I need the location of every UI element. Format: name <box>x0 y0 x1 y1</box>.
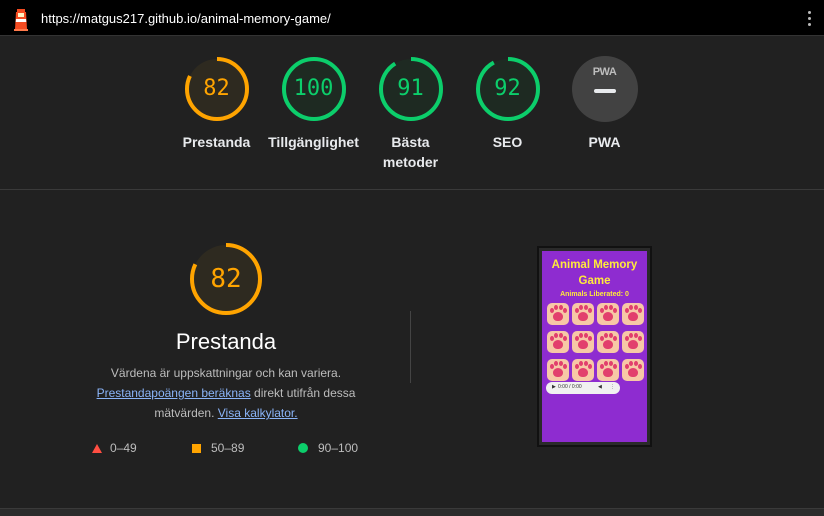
category-seo[interactable]: 92 SEO <box>459 56 556 152</box>
performance-gauge: 82 <box>184 56 250 122</box>
paw-card-icon <box>547 359 569 381</box>
performance-title: Prestanda <box>175 329 277 354</box>
category-label: Prestanda <box>182 134 251 150</box>
category-performance[interactable]: 82 Prestanda <box>168 56 265 152</box>
paw-card-icon <box>622 303 644 325</box>
desc-line: Värdena är uppskattningar och kan varier… <box>110 366 342 380</box>
legend-range: 0–49 <box>110 441 137 455</box>
score-calculation-link[interactable]: Prestandapoängen beräknas <box>97 386 251 400</box>
triangle-icon <box>92 444 102 453</box>
screenshot-screen: Animal Memory Game Animals Liberated: 0 … <box>542 251 647 442</box>
final-screenshot[interactable]: Animal Memory Game Animals Liberated: 0 … <box>537 246 652 447</box>
pwa-gauge: PWA <box>571 56 638 122</box>
view-calculator-link[interactable]: Visa kalkylator. <box>218 406 298 420</box>
category-label: Bästa metoder <box>382 134 439 170</box>
pwa-badge-icon: PWA <box>571 56 638 122</box>
category-label: Tillgänglighet <box>268 134 359 150</box>
paw-card-icon <box>572 331 594 353</box>
audio-player: ▶ 0:00 / 0:00 ◀ ⋮ <box>546 382 620 394</box>
paw-card-icon <box>597 303 619 325</box>
legend-fail: 0–49 <box>92 441 137 455</box>
player-time: 0:00 / 0:00 <box>558 384 582 390</box>
category-best-practices[interactable]: 91 Bästa metoder <box>362 56 459 172</box>
performance-score: 82 <box>203 76 230 101</box>
legend-average: 50–89 <box>192 441 244 455</box>
category-label: PWA <box>588 134 621 150</box>
best-practices-score: 91 <box>397 76 424 101</box>
performance-big-score: 82 <box>210 264 242 294</box>
performance-description: Värdena är uppskattningar och kan varier… <box>86 363 366 423</box>
more-icon: ⋮ <box>610 384 615 390</box>
score-summary: 82 Prestanda 100 Tillgänglighet 91 Bästa… <box>0 36 824 190</box>
square-icon <box>192 444 201 453</box>
top-bar: https://matgus217.github.io/animal-memor… <box>0 0 824 36</box>
report-url[interactable]: https://matgus217.github.io/animal-memor… <box>41 11 331 26</box>
category-label: SEO <box>492 134 523 150</box>
paw-card-icon <box>572 303 594 325</box>
pwa-badge-text: PWA <box>592 66 617 78</box>
paw-card-icon <box>622 331 644 353</box>
category-accessibility[interactable]: 100 Tillgänglighet <box>265 56 362 152</box>
accessibility-score: 100 <box>293 76 334 101</box>
paw-card-icon <box>597 331 619 353</box>
bottom-divider <box>0 508 824 516</box>
divider <box>410 311 411 383</box>
paw-card-icon <box>572 359 594 381</box>
legend-range: 90–100 <box>318 441 359 455</box>
performance-section: 82 Prestanda Värdena är uppskattningar o… <box>0 191 824 516</box>
card-grid <box>547 303 644 381</box>
game-title: Animal Memory Game <box>551 259 638 287</box>
legend-range: 50–89 <box>211 441 245 455</box>
performance-big-gauge: 82 <box>188 241 264 317</box>
volume-icon: ◀ <box>598 384 602 390</box>
seo-gauge: 92 <box>475 56 541 122</box>
seo-score: 92 <box>494 76 521 101</box>
paw-card-icon <box>547 331 569 353</box>
game-subtitle: Animals Liberated: 0 <box>560 291 629 298</box>
pwa-na-dash <box>593 89 616 93</box>
circle-icon <box>298 443 308 453</box>
paw-card-icon <box>547 303 569 325</box>
best-practices-gauge: 91 <box>378 56 444 122</box>
paw-card-icon <box>597 359 619 381</box>
play-icon: ▶ <box>552 384 556 390</box>
paw-card-icon <box>622 359 644 381</box>
category-pwa[interactable]: PWA PWA <box>556 56 653 152</box>
accessibility-gauge: 100 <box>281 56 347 122</box>
more-options-icon[interactable] <box>806 11 812 27</box>
lighthouse-icon <box>14 9 28 31</box>
legend-pass: 90–100 <box>298 441 358 455</box>
